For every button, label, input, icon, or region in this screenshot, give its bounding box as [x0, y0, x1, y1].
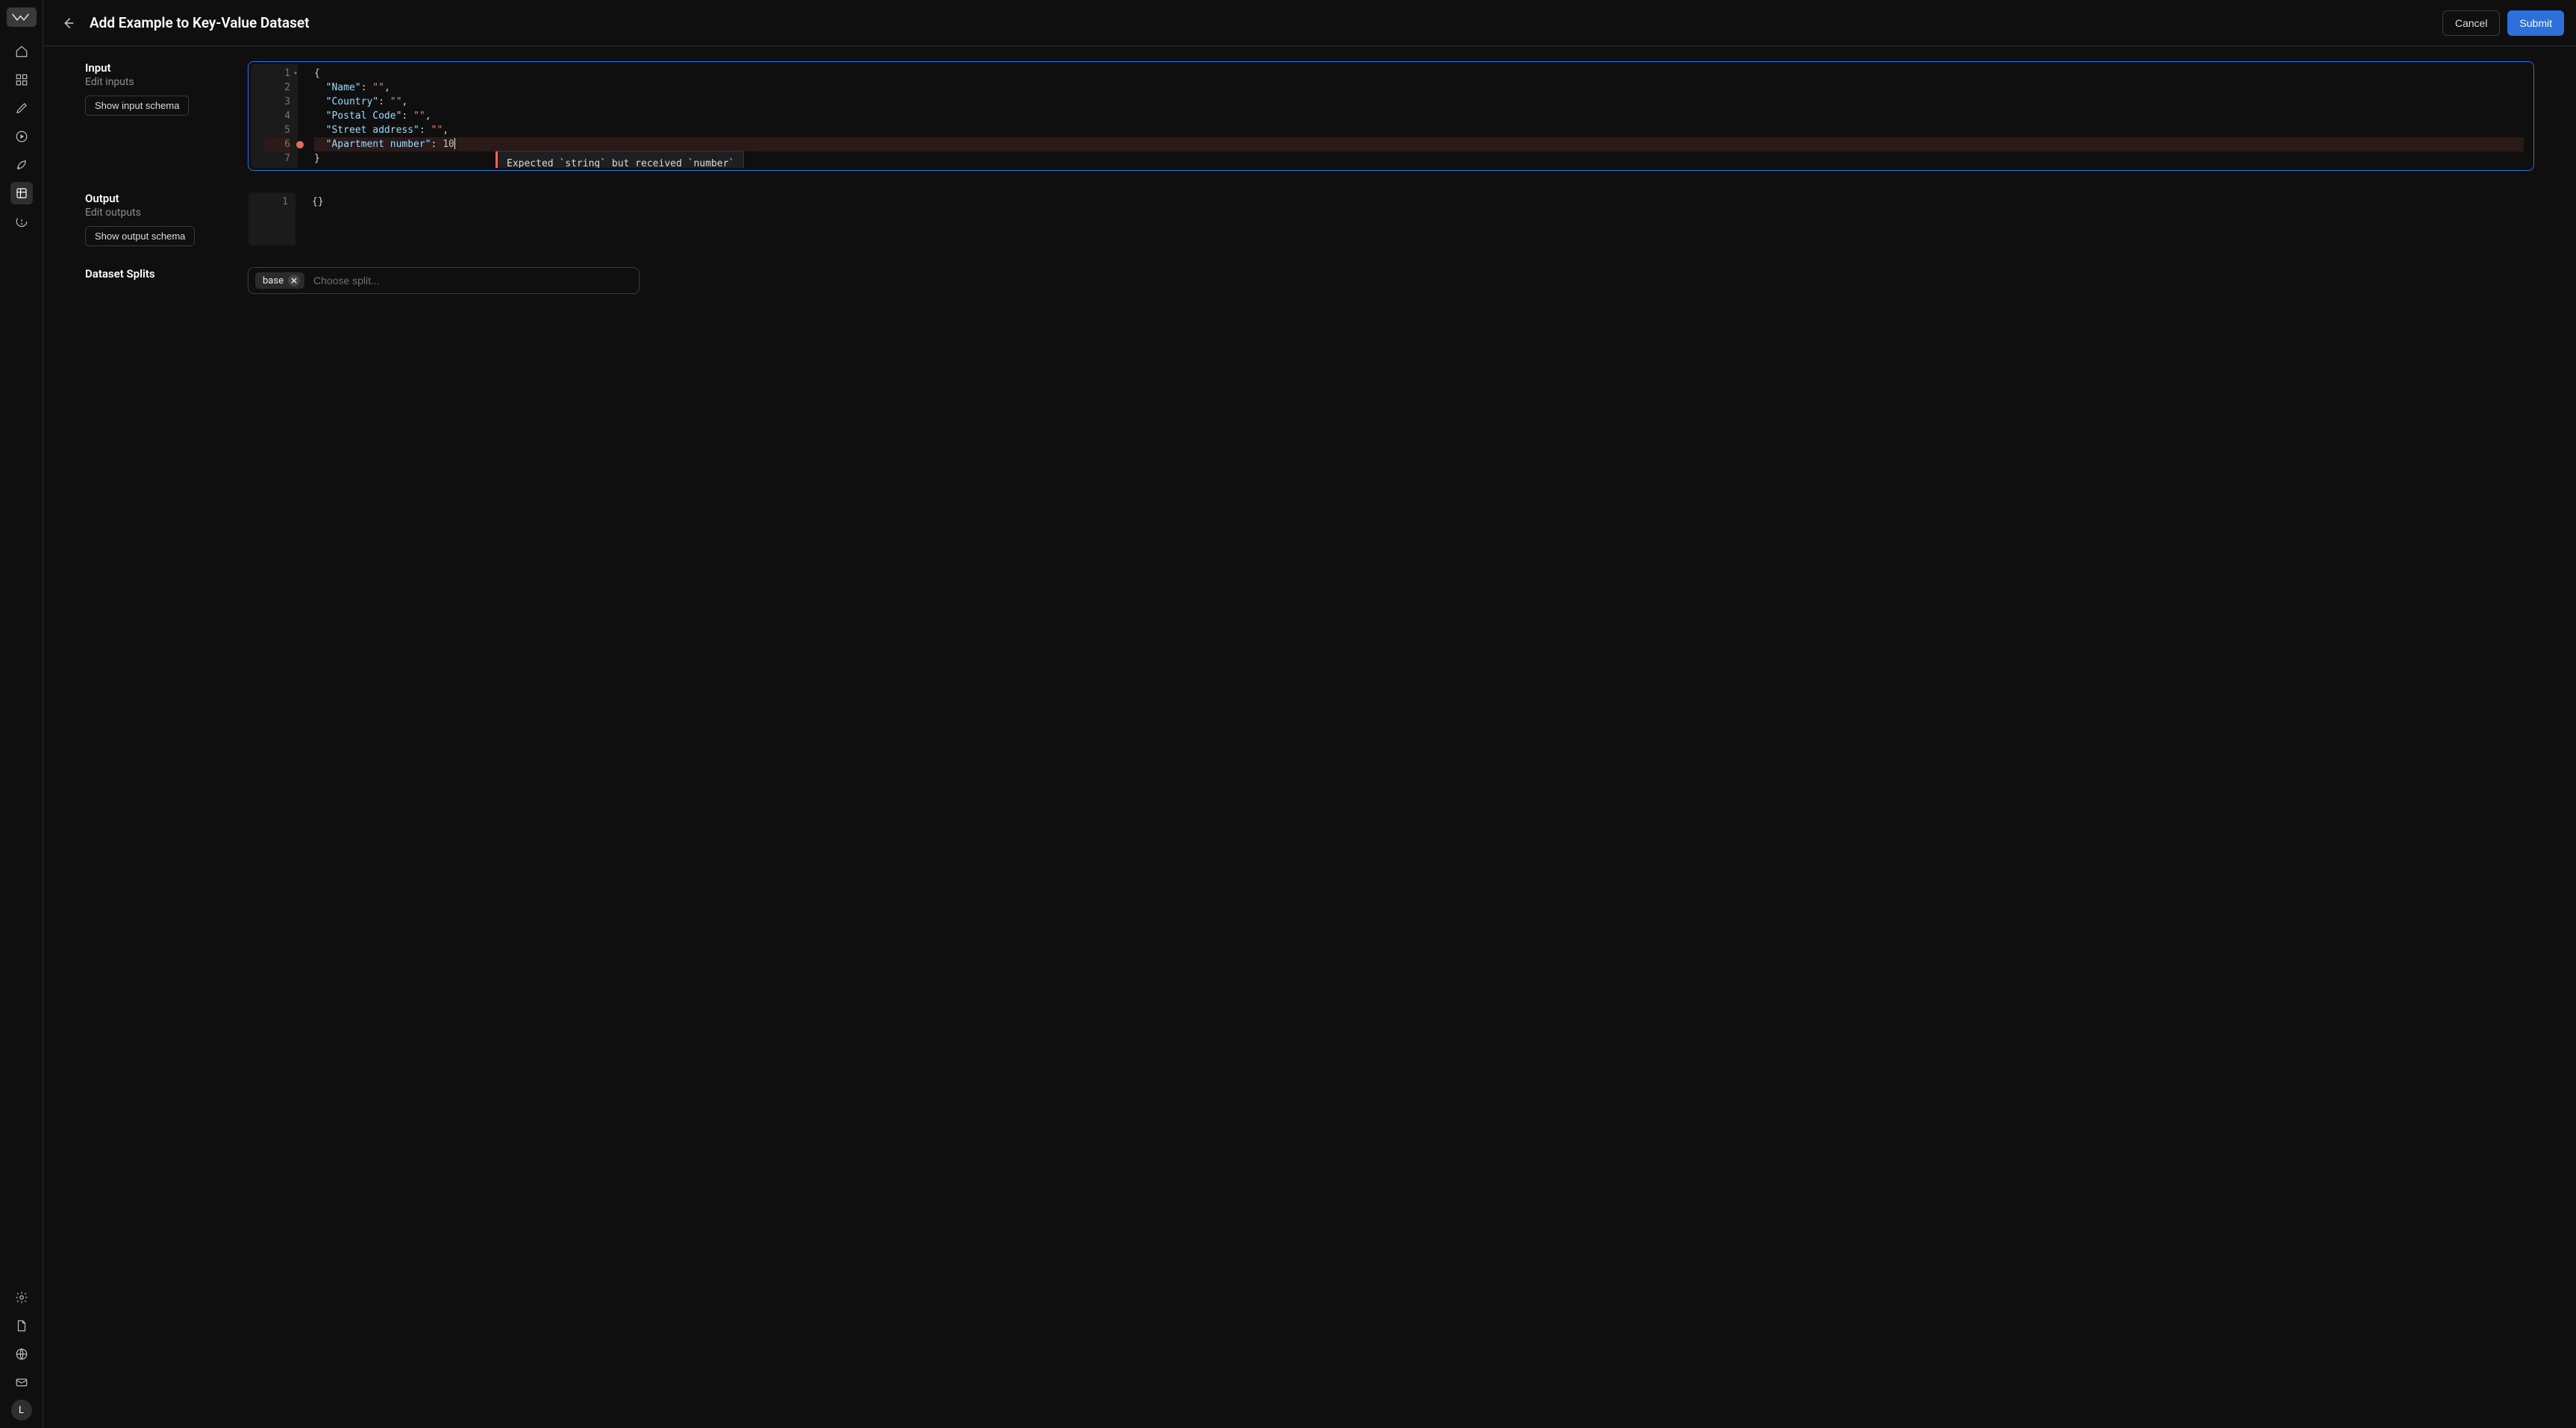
nav-document-icon[interactable] [10, 1315, 33, 1337]
input-subheading: Edit inputs [85, 76, 242, 88]
output-subheading: Edit outputs [85, 207, 242, 219]
code-line[interactable]: "Apartment number": 10 [314, 137, 2524, 151]
line-number: 3 [264, 95, 290, 109]
show-output-schema-button[interactable]: Show output schema [85, 226, 195, 246]
input-heading: Input [85, 61, 242, 75]
line-number: 5 [264, 123, 290, 137]
splits-heading: Dataset Splits [85, 267, 242, 281]
line-number: 2 [264, 81, 290, 95]
split-input[interactable] [313, 275, 632, 286]
avatar[interactable]: L [11, 1400, 32, 1421]
nav-mail-icon[interactable] [10, 1371, 33, 1394]
code-line[interactable]: { [314, 66, 2524, 81]
splits-section-label: Dataset Splits [85, 267, 242, 294]
splits-selector[interactable]: base [248, 267, 640, 294]
line-number: 7 [264, 151, 290, 166]
validation-tooltip: Expected `string` but received `number` … [495, 151, 744, 168]
submit-button[interactable]: Submit [2507, 10, 2564, 36]
line-number: 1▾ [264, 66, 290, 81]
show-input-schema-button[interactable]: Show input schema [85, 95, 189, 116]
back-button[interactable] [60, 15, 76, 31]
code-line[interactable]: "Street address": "", [314, 123, 2524, 137]
code-line[interactable]: "Postal Code": "", [314, 109, 2524, 123]
remove-chip-icon[interactable] [288, 275, 300, 286]
input-section-label: Input Edit inputs Show input schema [85, 61, 242, 171]
line-number: 4 [264, 109, 290, 123]
nav-chat-icon[interactable] [10, 210, 33, 233]
input-json-editor[interactable]: 1▾234567 Expected `string` but received … [248, 61, 2534, 171]
output-heading: Output [85, 192, 242, 205]
line-number: 6 [264, 137, 290, 151]
nav-rocket-icon[interactable] [10, 154, 33, 176]
cancel-button[interactable]: Cancel [2442, 10, 2501, 36]
code-line[interactable]: "Country": "", [314, 95, 2524, 109]
output-section-label: Output Edit outputs Show output schema [85, 192, 242, 246]
code-line[interactable]: {} [312, 195, 2526, 209]
left-rail: L [0, 0, 43, 1428]
nav-globe-icon[interactable] [10, 1343, 33, 1365]
topbar: Add Example to Key-Value Dataset Cancel … [43, 0, 2576, 46]
nav-play-icon[interactable] [10, 125, 33, 148]
split-chip-base: base [255, 272, 304, 289]
code-line[interactable]: "Name": "", [314, 81, 2524, 95]
page-title: Add Example to Key-Value Dataset [90, 14, 309, 31]
nav-edit-icon[interactable] [10, 97, 33, 119]
tooltip-message: Expected `string` but received `number` [507, 157, 734, 168]
nav-dataset-icon[interactable] [10, 182, 33, 204]
line-number: 1 [262, 195, 288, 209]
nav-settings-icon[interactable] [10, 1286, 33, 1309]
nav-home-icon[interactable] [10, 40, 33, 63]
split-chip-label: base [263, 275, 284, 286]
output-json-editor[interactable]: 1 {} [248, 192, 2534, 246]
logo[interactable] [7, 7, 37, 27]
nav-grid-icon[interactable] [10, 69, 33, 91]
